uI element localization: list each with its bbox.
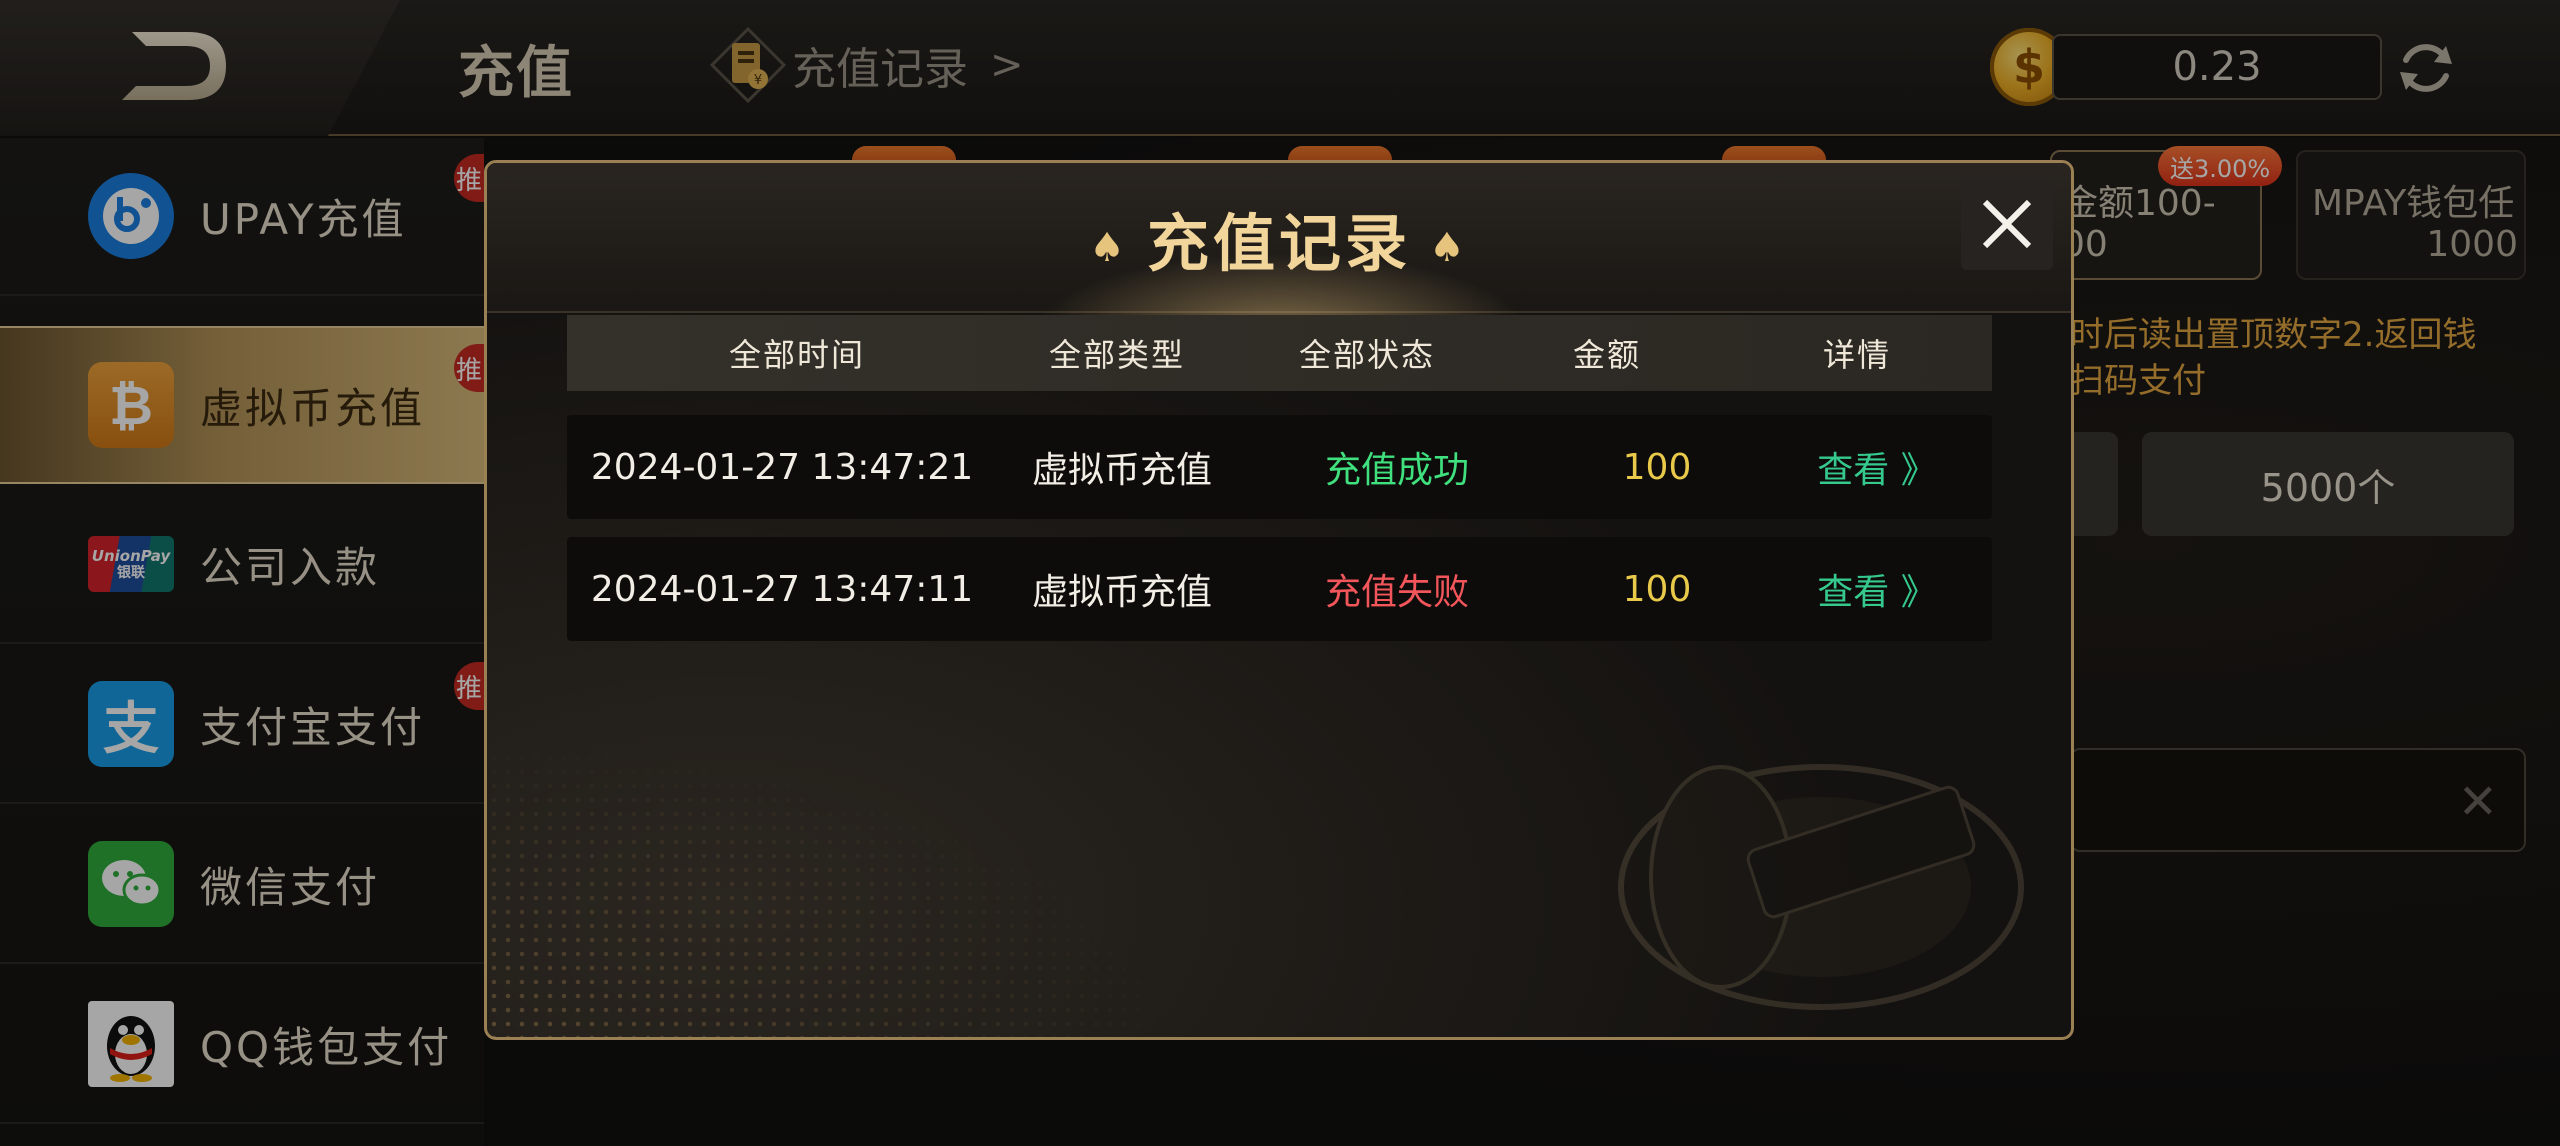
table-row: 2024-01-27 13:47:21 虚拟币充值 充值成功 100 查看 》 (567, 415, 1992, 519)
row-time: 2024-01-27 13:47:11 (590, 568, 974, 610)
table-row: 2024-01-27 13:47:11 虚拟币充值 充值失败 100 查看 》 (567, 537, 1992, 641)
recharge-records-modal: ♠ 充值记录 ♠ 全部时间 全部类型 全部状态 金额 详情 2024-01-27 1… (484, 160, 2074, 1040)
row-status-failed: 充值失败 (1324, 572, 1469, 613)
column-amount: 金额 (1572, 336, 1641, 374)
close-icon (1982, 199, 2032, 249)
modal-title: ♠ 充值记录 ♠ (487, 193, 2071, 283)
records-table-header: 全部时间 全部类型 全部状态 金额 详情 (567, 315, 1992, 391)
row-time: 2024-01-27 13:47:21 (590, 446, 974, 488)
filter-status[interactable]: 全部状态 (1247, 330, 1487, 376)
view-detail-link[interactable]: 查看 》 (1727, 537, 2027, 641)
spade-icon: ♠ (1429, 224, 1469, 271)
modal-header: ♠ 充值记录 ♠ (487, 163, 2071, 333)
row-status-success: 充值成功 (1324, 450, 1469, 491)
poker-chip-decoration (1618, 764, 2024, 1010)
modal-title-text: 充值记录 (1146, 207, 1411, 280)
close-button[interactable] (1961, 178, 2053, 270)
view-detail-link[interactable]: 查看 》 (1727, 415, 2027, 519)
column-detail: 详情 (1822, 336, 1891, 374)
spade-icon: ♠ (1089, 224, 1129, 271)
dot-pattern-decoration (487, 737, 1187, 1037)
row-type: 虚拟币充值 (1031, 450, 1212, 491)
row-type: 虚拟币充值 (1031, 572, 1212, 613)
filter-type[interactable]: 全部类型 (997, 330, 1237, 376)
filter-time[interactable]: 全部时间 (667, 330, 927, 376)
